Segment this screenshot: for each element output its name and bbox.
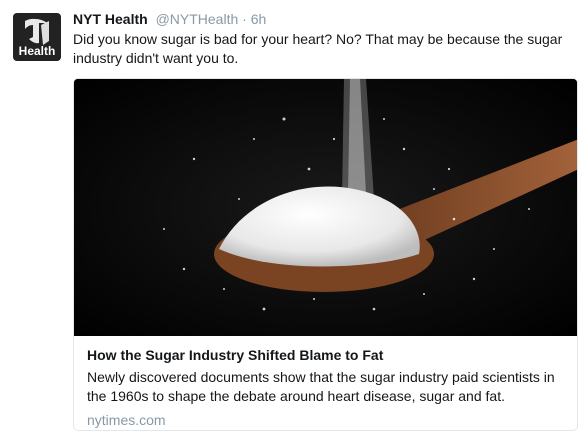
avatar[interactable]: Health [13, 13, 61, 61]
sugar-spoon-image[interactable] [74, 79, 577, 336]
avatar-label: Health [18, 44, 56, 58]
tweet[interactable]: Health NYT Health @NYTHealth · 6h Did yo… [0, 0, 580, 431]
author-handle[interactable]: @NYTHealth [156, 11, 239, 27]
tweet-text: Did you know sugar is bad for your heart… [73, 31, 563, 66]
card-description: Newly discovered documents show that the… [87, 369, 555, 404]
tweet-header: NYT Health @NYTHealth · 6h [73, 11, 266, 27]
link-card[interactable]: How the Sugar Industry Shifted Blame to … [73, 78, 578, 431]
card-body[interactable]: How the Sugar Industry Shifted Blame to … [87, 345, 567, 428]
separator: · [242, 11, 247, 27]
tweet-timestamp[interactable]: 6h [251, 11, 267, 27]
card-title[interactable]: How the Sugar Industry Shifted Blame to … [87, 345, 567, 365]
author-name[interactable]: NYT Health [73, 11, 148, 27]
card-domain[interactable]: nytimes.com [87, 412, 567, 428]
